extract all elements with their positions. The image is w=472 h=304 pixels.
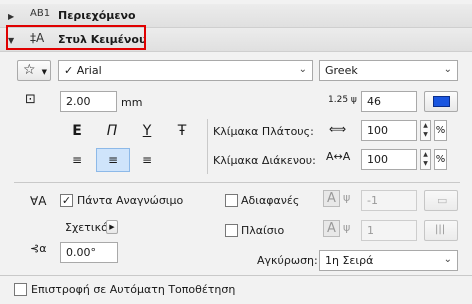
fill-icon: A bbox=[323, 190, 340, 207]
opaque-checkbox[interactable] bbox=[225, 194, 238, 207]
spacing-scale-field[interactable]: 100 bbox=[361, 149, 417, 170]
frame-checkbox[interactable] bbox=[225, 224, 238, 237]
spacing-scale-label: Κλίμακα Διάκενου: bbox=[213, 154, 316, 167]
bold-button[interactable]: E bbox=[66, 120, 88, 142]
favorites-button[interactable]: ☆ ▼ bbox=[17, 60, 51, 81]
section-content-title: Περιεχόμενο bbox=[58, 9, 136, 22]
chevron-down-icon: ▼ bbox=[41, 68, 47, 76]
size-unit: mm bbox=[121, 96, 143, 109]
font-select[interactable]: ✓ Arial ⌄ bbox=[58, 60, 313, 81]
frame-pen-field[interactable]: 1 bbox=[361, 220, 417, 241]
readable-icon: ∀A bbox=[30, 194, 47, 208]
divider bbox=[14, 182, 460, 183]
anchor-select[interactable]: 1η Σειρά ⌄ bbox=[319, 250, 458, 271]
always-readable-checkbox[interactable]: ✓ bbox=[60, 194, 73, 207]
frame-label: Πλαίσιο bbox=[241, 224, 285, 237]
chevron-down-icon: ⌄ bbox=[298, 64, 307, 75]
spacing-scale-icon: A↔A bbox=[326, 150, 351, 163]
divider bbox=[207, 119, 208, 174]
italic-button[interactable]: Π bbox=[101, 120, 123, 142]
text-size-icon: ⊡ bbox=[25, 92, 36, 107]
width-scale-stepper[interactable]: ▲ ▼ bbox=[420, 120, 431, 141]
chevron-down-icon: ⌄ bbox=[443, 254, 452, 265]
frame-line-button[interactable]: ||| bbox=[424, 220, 458, 241]
relative-arrow-button[interactable]: ▶ bbox=[106, 220, 118, 234]
relative-label: Σχετικό bbox=[65, 221, 108, 234]
monitor-icon: ▭ bbox=[437, 194, 448, 207]
pen-number-icon: 1.25 ψ bbox=[328, 95, 357, 105]
align-left-icon[interactable]: ≡ bbox=[66, 149, 88, 171]
script-select[interactable]: Greek ⌄ bbox=[319, 60, 458, 81]
pen-icon: ψ bbox=[343, 191, 351, 204]
auto-placement-checkbox[interactable] bbox=[14, 283, 27, 296]
script-name: Greek bbox=[325, 64, 358, 77]
opaque-color-button[interactable]: ▭ bbox=[424, 190, 458, 211]
always-readable-label: Πάντα Αναγνώσιμο bbox=[77, 194, 184, 207]
opaque-pen-field[interactable]: -1 bbox=[361, 190, 417, 211]
angle-icon: ⊰α bbox=[30, 242, 47, 255]
color-swatch bbox=[433, 96, 450, 107]
pen-field[interactable]: 46 bbox=[361, 91, 417, 112]
line-pattern-icon: ||| bbox=[435, 224, 446, 235]
width-scale-field[interactable]: 100 bbox=[361, 120, 417, 141]
chevron-down-icon: ⌄ bbox=[443, 64, 452, 75]
anchor-label: Αγκύρωση: bbox=[257, 254, 318, 267]
expand-triangle-icon[interactable]: ▶ bbox=[8, 12, 14, 21]
width-scale-label: Κλίμακα Πλάτους: bbox=[213, 125, 314, 138]
angle-field[interactable]: 0.00° bbox=[60, 242, 118, 263]
highlight-box bbox=[6, 25, 146, 50]
opaque-label: Αδιαφανές bbox=[241, 194, 300, 207]
underline-button[interactable]: Y bbox=[136, 120, 158, 142]
text-size-field[interactable]: 2.00 bbox=[60, 91, 117, 112]
check-icon: ✓ bbox=[64, 64, 74, 77]
spacing-percent: % bbox=[434, 149, 447, 170]
auto-placement-label: Επιστροφή σε Αυτόματη Τοποθέτηση bbox=[31, 283, 236, 296]
width-percent: % bbox=[434, 120, 447, 141]
frame-fill-icon: A bbox=[323, 220, 340, 237]
strikethrough-button[interactable]: Ŧ bbox=[171, 120, 193, 142]
divider bbox=[0, 275, 472, 276]
spacing-scale-stepper[interactable]: ▲ ▼ bbox=[420, 149, 431, 170]
width-scale-icon: ⟺ bbox=[329, 122, 347, 136]
star-icon: ☆ bbox=[23, 62, 36, 78]
anchor-value: 1η Σειρά bbox=[325, 254, 374, 267]
align-right-icon[interactable]: ≡ bbox=[136, 149, 158, 171]
frame-pen-icon: ψ bbox=[343, 221, 351, 234]
align-center-icon[interactable]: ≡ bbox=[96, 148, 130, 172]
font-name: Arial bbox=[76, 64, 102, 77]
content-icon: AB1 bbox=[30, 8, 51, 19]
pen-color-button[interactable] bbox=[424, 91, 458, 112]
